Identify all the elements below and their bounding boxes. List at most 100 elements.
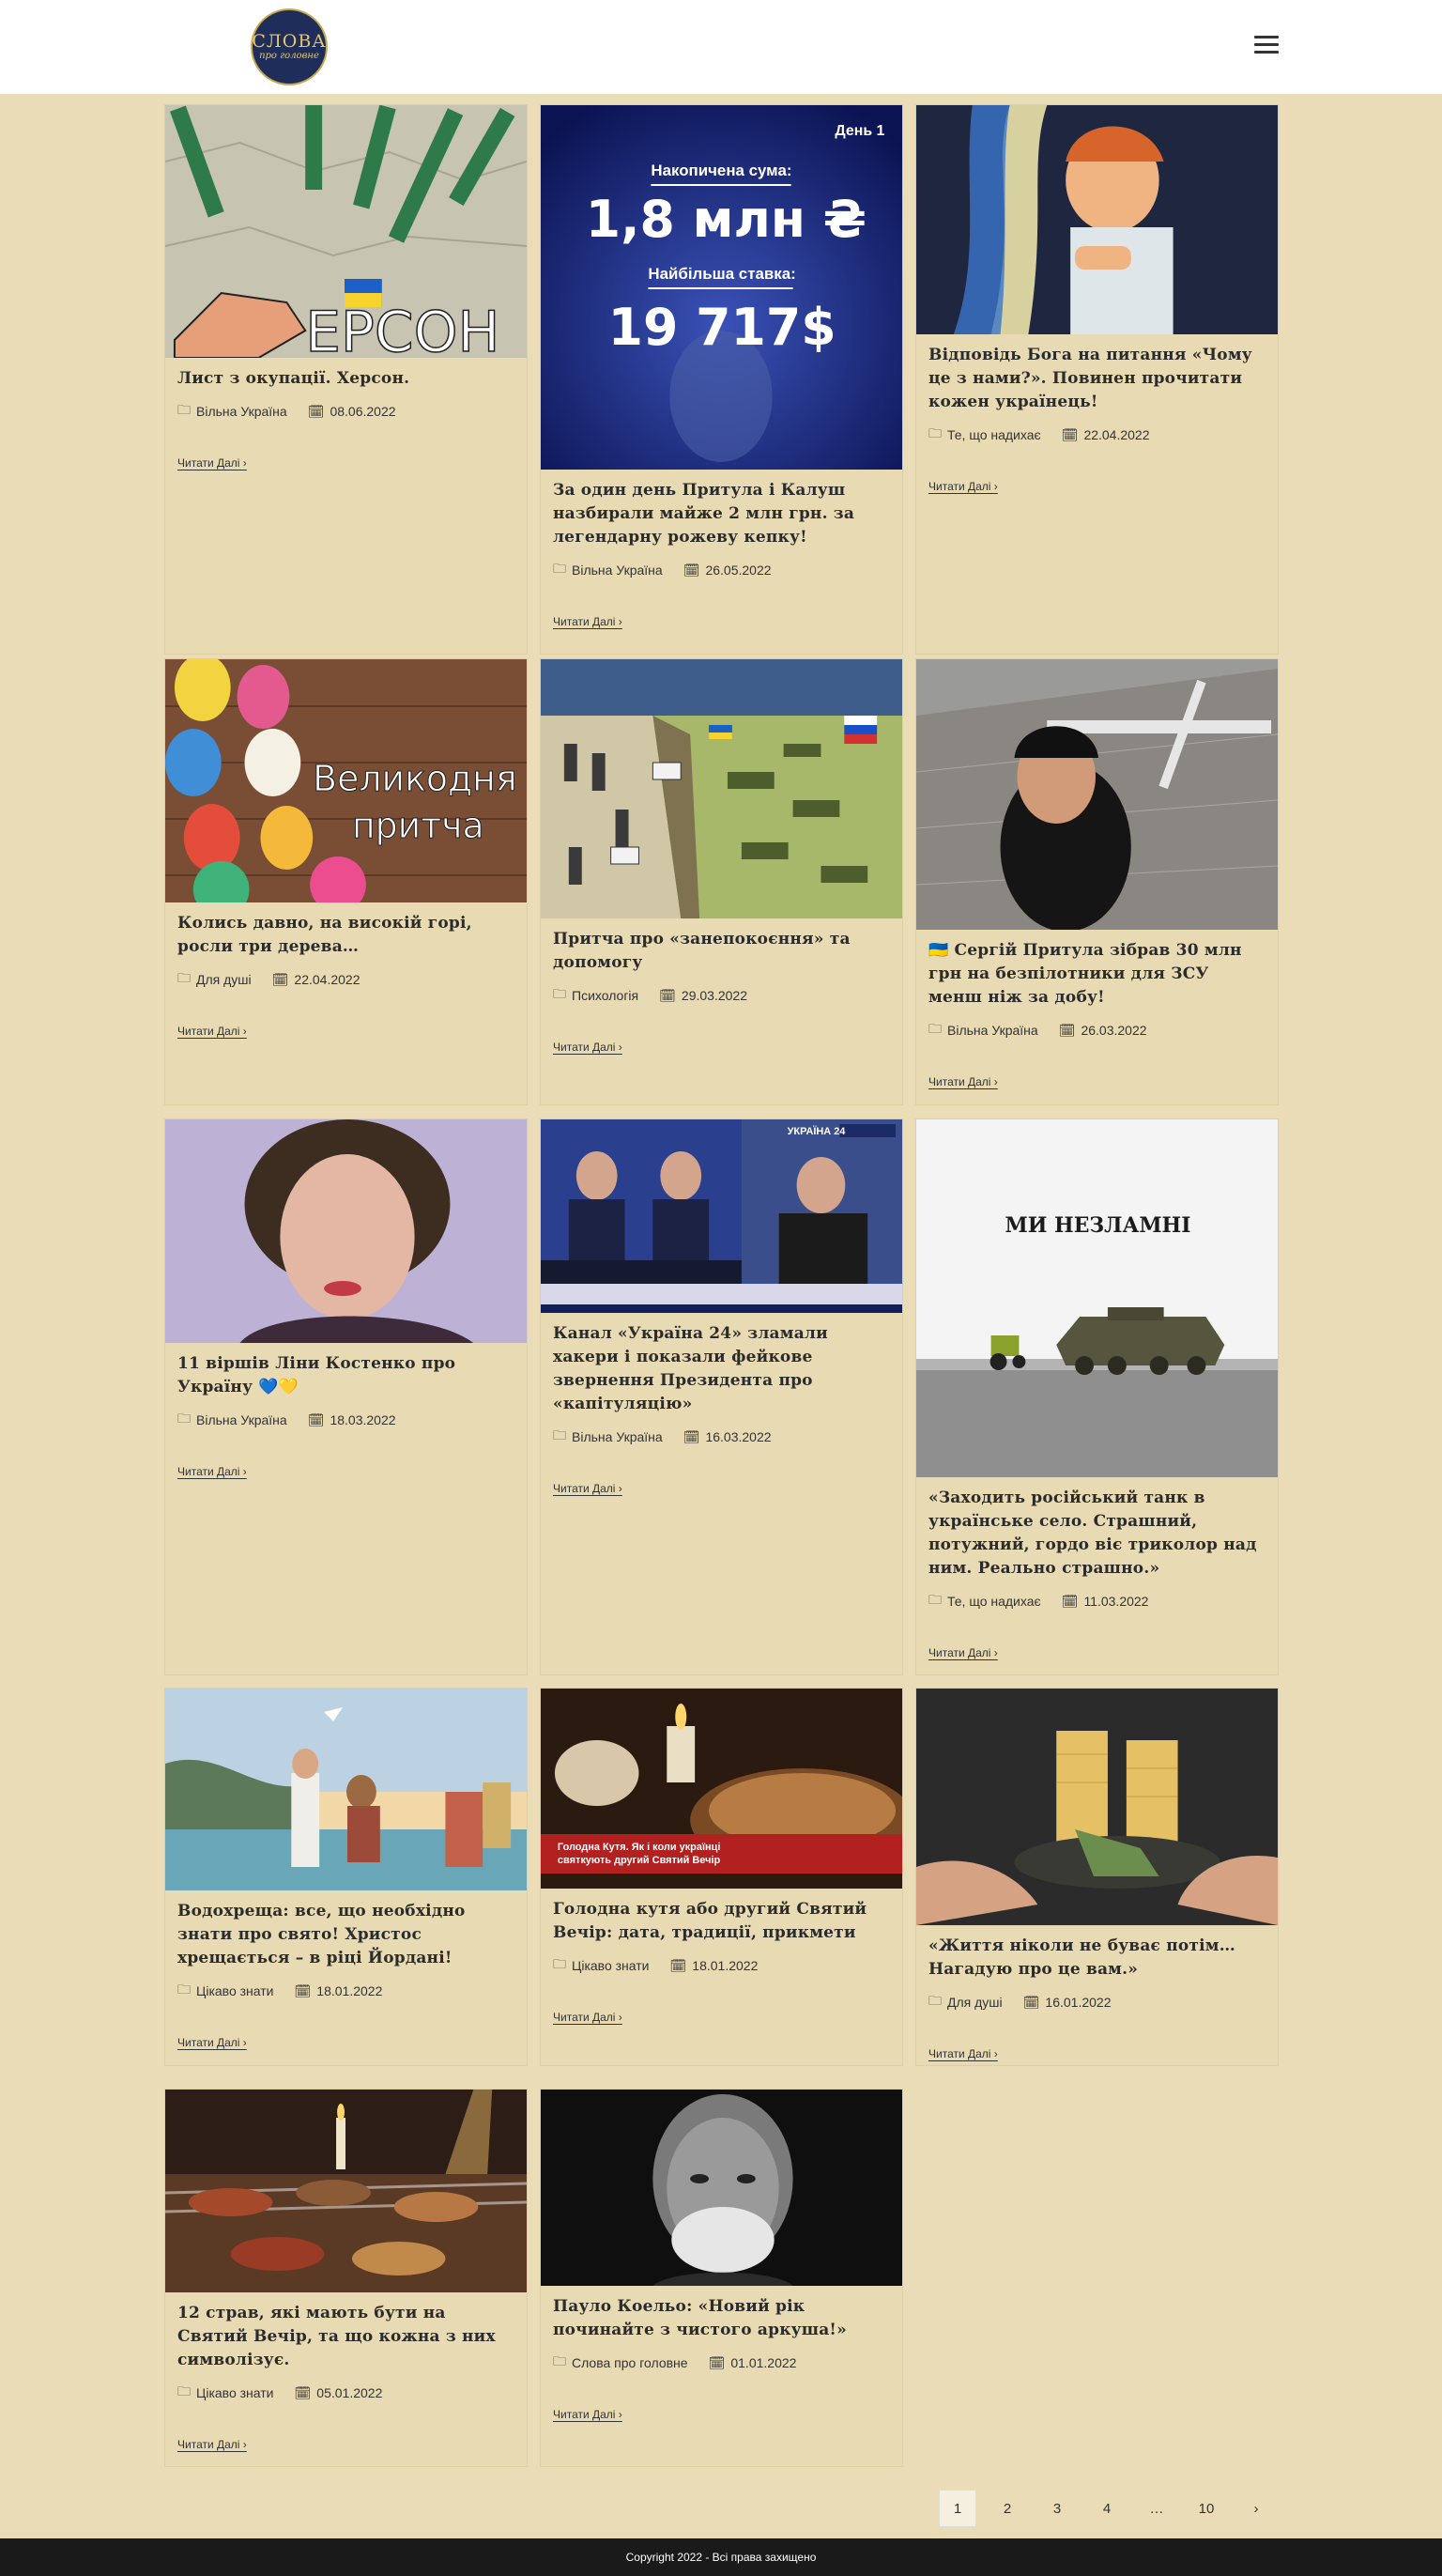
post-date: 22.04.2022 bbox=[1083, 427, 1150, 442]
read-more-link[interactable]: Читати Далі › bbox=[928, 480, 998, 493]
post-category[interactable]: Слова про головне bbox=[572, 2355, 688, 2370]
read-more-link[interactable]: Читати Далі › bbox=[553, 2011, 622, 2024]
post-date: 16.01.2022 bbox=[1045, 1995, 1112, 2010]
day-label: День 1 bbox=[835, 123, 884, 139]
post-card: 11 віршів Ліни Костенко про Україну 💙💛 🗀… bbox=[164, 1118, 528, 1675]
post-title[interactable]: 12 страв, які мають бути на Святий Вечір… bbox=[177, 2302, 514, 2372]
post-thumbnail[interactable] bbox=[165, 2090, 527, 2292]
post-thumbnail[interactable]: УКРАЇНА 24 bbox=[541, 1119, 902, 1313]
page-2-button[interactable]: 2 bbox=[989, 2490, 1026, 2527]
folder-icon: 🗀 bbox=[177, 2383, 191, 2399]
post-title[interactable]: «Заходить російський танк в українське с… bbox=[928, 1487, 1266, 1581]
post-thumbnail[interactable]: МИ НЕЗЛАМНІ bbox=[916, 1119, 1278, 1477]
page-3-button[interactable]: 3 bbox=[1038, 2490, 1076, 2527]
post-category[interactable]: Цікаво знати bbox=[196, 2385, 274, 2400]
folder-icon: 🗀 bbox=[177, 970, 191, 985]
post-thumbnail[interactable] bbox=[916, 105, 1278, 334]
page-10-button[interactable]: 10 bbox=[1188, 2490, 1225, 2527]
site-logo[interactable]: СЛОВА про головне bbox=[251, 8, 328, 85]
kutia-image-text: Голодна Кутя. Як і коли українці святкуют… bbox=[558, 1842, 721, 1866]
kherson-image-text: ЕРСОН bbox=[305, 300, 499, 358]
folder-icon: 🗀 bbox=[177, 1982, 191, 1997]
read-more-link[interactable]: Читати Далі › bbox=[177, 456, 247, 470]
post-date: 08.06.2022 bbox=[330, 404, 396, 419]
post-card: 🇺🇦 Сергій Притула зібрав 30 млн грн на б… bbox=[915, 658, 1279, 1105]
post-card: Водохреща: все, що необхідно знати про с… bbox=[164, 1688, 528, 2066]
post-thumbnail[interactable] bbox=[916, 659, 1278, 930]
post-thumbnail[interactable] bbox=[541, 2090, 902, 2286]
folder-icon: 🗀 bbox=[553, 1956, 566, 1971]
calendar-icon: 🗓 bbox=[683, 562, 700, 578]
post-date: 05.01.2022 bbox=[316, 2385, 383, 2400]
hamburger-menu-icon[interactable] bbox=[1254, 36, 1279, 58]
post-thumbnail[interactable]: День 1 Накопичена сума: 1,8 млн ₴ Найбіл… bbox=[541, 105, 902, 470]
post-category[interactable]: Для душі bbox=[947, 1995, 1003, 2010]
read-more-link[interactable]: Читати Далі › bbox=[177, 2036, 247, 2049]
post-thumbnail[interactable] bbox=[916, 1689, 1278, 1925]
post-title[interactable]: Канал «Україна 24» зламали хакери і пока… bbox=[553, 1322, 890, 1416]
post-title[interactable]: Відповідь Бога на питання «Чому це з нам… bbox=[928, 344, 1266, 414]
read-more-link[interactable]: Читати Далі › bbox=[928, 2047, 998, 2060]
post-title[interactable]: «Життя ніколи не буває потім… Нагадую пр… bbox=[928, 1935, 1266, 1982]
post-title[interactable]: Притча про «занепокоєння» та допомогу bbox=[553, 928, 890, 975]
read-more-link[interactable]: Читати Далі › bbox=[553, 1482, 622, 1495]
site-footer: Copyright 2022 - Всі права захищено bbox=[0, 2538, 1442, 2576]
post-thumbnail[interactable]: ЕРСОН bbox=[165, 105, 527, 358]
post-category[interactable]: Цікаво знати bbox=[572, 1958, 650, 1973]
read-more-link[interactable]: Читати Далі › bbox=[553, 1041, 622, 1054]
read-more-link[interactable]: Читати Далі › bbox=[177, 1465, 247, 1478]
post-category[interactable]: Вільна Україна bbox=[572, 1429, 663, 1444]
calendar-icon: 🗓 bbox=[1061, 426, 1079, 442]
logo-title: СЛОВА bbox=[252, 31, 327, 52]
post-card: Голодна Кутя. Як і коли українці святкуют… bbox=[540, 1688, 903, 2066]
calendar-icon: 🗓 bbox=[294, 1982, 312, 1998]
post-title[interactable]: 🇺🇦 Сергій Притула зібрав 30 млн грн на б… bbox=[928, 939, 1266, 1010]
page-1-button[interactable]: 1 bbox=[939, 2490, 976, 2527]
read-more-link[interactable]: Читати Далі › bbox=[177, 2438, 247, 2451]
ukraine24-logo-text: УКРАЇНА 24 bbox=[788, 1125, 847, 1137]
post-category[interactable]: Те, що надихає bbox=[947, 427, 1041, 442]
post-date: 16.03.2022 bbox=[705, 1429, 772, 1444]
post-title[interactable]: Голодна кутя або другий Святий Вечір: да… bbox=[553, 1898, 890, 1945]
post-date: 26.03.2022 bbox=[1081, 1023, 1147, 1038]
post-thumbnail[interactable] bbox=[165, 1119, 527, 1343]
post-thumbnail[interactable] bbox=[541, 659, 902, 918]
read-more-link[interactable]: Читати Далі › bbox=[553, 2408, 622, 2421]
post-title[interactable]: За один день Притула і Калуш назбирали м… bbox=[553, 479, 890, 549]
post-category[interactable]: Те, що надихає bbox=[947, 1594, 1041, 1609]
post-date: 22.04.2022 bbox=[294, 972, 360, 987]
post-title[interactable]: Колись давно, на високій горі, росли три… bbox=[177, 912, 514, 959]
post-title[interactable]: Пауло Коельо: «Новий рік починайте з чис… bbox=[553, 2295, 890, 2342]
post-date: 18.01.2022 bbox=[692, 1958, 759, 1973]
site-header: СЛОВА про головне bbox=[0, 0, 1442, 94]
post-title[interactable]: Водохреща: все, що необхідно знати про с… bbox=[177, 1900, 514, 1970]
page-4-button[interactable]: 4 bbox=[1088, 2490, 1126, 2527]
post-title[interactable]: 11 віршів Ліни Костенко про Україну 💙💛 bbox=[177, 1352, 514, 1399]
post-category[interactable]: Цікаво знати bbox=[196, 1983, 274, 1998]
post-title[interactable]: Лист з окупації. Херсон. bbox=[177, 367, 514, 391]
post-thumbnail[interactable] bbox=[165, 1689, 527, 1890]
read-more-link[interactable]: Читати Далі › bbox=[553, 615, 622, 628]
post-category[interactable]: Вільна Україна bbox=[947, 1023, 1038, 1038]
calendar-icon: 🗓 bbox=[1058, 1022, 1076, 1038]
post-category[interactable]: Вільна Україна bbox=[196, 1412, 287, 1427]
next-page-button[interactable]: › bbox=[1237, 2490, 1275, 2527]
read-more-link[interactable]: Читати Далі › bbox=[928, 1646, 998, 1659]
folder-icon: 🗀 bbox=[177, 402, 191, 417]
post-date: 01.01.2022 bbox=[730, 2355, 797, 2370]
post-category[interactable]: Для душі bbox=[196, 972, 252, 987]
post-category[interactable]: Психологія bbox=[572, 988, 638, 1003]
calendar-icon: 🗓 bbox=[1022, 1994, 1040, 2010]
post-thumbnail[interactable]: Голодна Кутя. Як і коли українці святкуют… bbox=[541, 1689, 902, 1889]
read-more-link[interactable]: Читати Далі › bbox=[177, 1025, 247, 1038]
post-category[interactable]: Вільна Україна bbox=[196, 404, 287, 419]
post-category[interactable]: Вільна Україна bbox=[572, 563, 663, 578]
bid-value: 19 717$ bbox=[608, 298, 836, 357]
read-more-link[interactable]: Читати Далі › bbox=[928, 1075, 998, 1088]
folder-icon: 🗀 bbox=[928, 425, 942, 440]
accum-value: 1,8 млн ₴ bbox=[586, 190, 867, 249]
post-card: День 1 Накопичена сума: 1,8 млн ₴ Найбіл… bbox=[540, 104, 903, 655]
post-thumbnail[interactable]: Великодня притча bbox=[165, 659, 527, 902]
post-date: 29.03.2022 bbox=[681, 988, 747, 1003]
pagination: 1 2 3 4 … 10 › bbox=[939, 2490, 1287, 2527]
